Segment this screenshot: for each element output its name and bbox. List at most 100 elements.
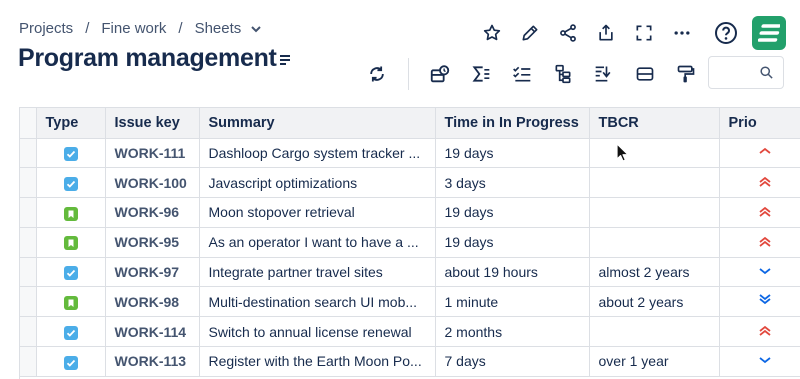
column-header-type[interactable]: Type <box>36 108 106 139</box>
cell-time-in-progress[interactable]: 19 days <box>435 138 590 169</box>
cell-issue-key[interactable]: WORK-111 <box>105 138 200 169</box>
cell-issue-key[interactable]: WORK-100 <box>105 167 200 199</box>
task-type-icon <box>63 176 78 191</box>
cell-prio[interactable] <box>719 316 800 348</box>
cell-type[interactable] <box>36 167 106 199</box>
cell-summary[interactable]: Integrate partner travel sites <box>199 257 436 288</box>
filter-list-icon <box>595 66 611 82</box>
row-handle[interactable] <box>20 167 37 199</box>
column-header-summary[interactable]: Summary <box>199 108 436 139</box>
share-button[interactable] <box>554 19 582 47</box>
cell-type[interactable] <box>36 346 106 377</box>
cell-summary[interactable]: Javascript optimizations <box>199 167 436 199</box>
story-type-icon <box>63 236 78 251</box>
cell-time-in-progress[interactable]: 19 days <box>435 197 590 228</box>
cell-type[interactable] <box>36 227 106 258</box>
row-handle[interactable] <box>20 316 37 348</box>
hierarchy-icon <box>555 64 571 84</box>
cell-time-in-progress[interactable]: 2 months <box>435 316 590 348</box>
star-button[interactable] <box>478 19 506 47</box>
cell-issue-key[interactable]: WORK-113 <box>105 346 200 377</box>
fullscreen-button[interactable] <box>630 19 658 47</box>
hierarchy-button[interactable] <box>550 61 576 87</box>
cell-tbcr[interactable]: almost 2 years <box>589 257 720 288</box>
cell-tbcr[interactable] <box>589 197 720 228</box>
cell-tbcr[interactable] <box>589 227 720 258</box>
cell-issue-key[interactable]: WORK-114 <box>105 316 200 348</box>
cell-tbcr[interactable]: about 2 years <box>589 286 720 318</box>
breadcrumb-sheets[interactable]: Sheets <box>195 20 262 37</box>
filter-list-button[interactable] <box>591 61 617 87</box>
cell-summary[interactable]: Dashloop Cargo system tracker ... <box>199 138 436 169</box>
cell-tbcr[interactable] <box>589 138 720 169</box>
cell-type[interactable] <box>36 316 106 348</box>
cell-time-in-progress[interactable]: 7 days <box>435 346 590 377</box>
table-row[interactable]: WORK-97 Integrate partner travel sites abo… <box>20 257 800 288</box>
sum-button[interactable] <box>468 61 494 87</box>
cell-tbcr[interactable] <box>589 167 720 199</box>
column-header-prio[interactable]: Prio <box>719 108 800 139</box>
cell-time-in-progress[interactable]: 1 minute <box>435 286 590 318</box>
row-handle[interactable] <box>20 227 37 258</box>
edit-icon <box>522 25 538 41</box>
cell-type[interactable] <box>36 138 106 169</box>
cell-issue-key[interactable]: WORK-95 <box>105 227 200 258</box>
edit-button[interactable] <box>516 19 544 47</box>
table-row[interactable]: WORK-111 Dashloop Cargo system tracker ..… <box>20 138 800 169</box>
table-row[interactable]: WORK-114 Switch to annual license renewal… <box>20 316 800 348</box>
app-logo[interactable] <box>752 16 786 50</box>
checklist-button[interactable] <box>509 61 535 87</box>
breadcrumb-fine-work[interactable]: Fine work <box>101 20 166 37</box>
cell-time-in-progress[interactable]: 19 days <box>435 227 590 258</box>
cell-issue-key[interactable]: WORK-98 <box>105 286 200 318</box>
cell-type[interactable] <box>36 257 106 288</box>
table-row[interactable]: WORK-95 As an operator I want to have a .… <box>20 227 800 258</box>
chevron-down-icon <box>251 26 262 33</box>
cell-prio[interactable] <box>719 167 800 199</box>
cell-prio[interactable] <box>719 286 800 318</box>
help-button[interactable] <box>712 19 740 47</box>
column-header-issue-key[interactable]: Issue key <box>105 108 200 139</box>
story-type-icon <box>63 206 78 221</box>
column-header-tbcr[interactable]: TBCR <box>589 108 720 139</box>
layout-button[interactable] <box>427 61 453 87</box>
cell-type[interactable] <box>36 286 106 318</box>
cell-prio[interactable] <box>719 227 800 258</box>
cell-summary[interactable]: As an operator I want to have a ... <box>199 227 436 258</box>
row-handle[interactable] <box>20 197 37 228</box>
export-button[interactable] <box>592 19 620 47</box>
cell-time-in-progress[interactable]: 3 days <box>435 167 590 199</box>
cell-prio[interactable] <box>719 257 800 288</box>
column-header-time-in-progress[interactable]: Time in In Progress <box>435 108 590 139</box>
priority-low-icon <box>758 357 771 364</box>
table-row[interactable]: WORK-98 Multi-destination search UI mob..… <box>20 286 800 318</box>
table-row[interactable]: WORK-100 Javascript optimizations 3 days <box>20 167 800 199</box>
cell-summary[interactable]: Switch to annual license renewal <box>199 316 436 348</box>
table-row[interactable]: WORK-96 Moon stopover retrieval 19 days <box>20 197 800 228</box>
cell-summary[interactable]: Moon stopover retrieval <box>199 197 436 228</box>
cell-issue-key[interactable]: WORK-96 <box>105 197 200 228</box>
search-icon[interactable] <box>759 65 774 80</box>
cell-summary[interactable]: Register with the Earth Moon Po... <box>199 346 436 377</box>
row-handle[interactable] <box>20 346 37 377</box>
cell-time-in-progress[interactable]: about 19 hours <box>435 257 590 288</box>
more-button[interactable] <box>668 19 696 47</box>
cell-summary[interactable]: Multi-destination search UI mob... <box>199 286 436 318</box>
table-row[interactable]: WORK-113 Register with the Earth Moon Po.… <box>20 346 800 377</box>
format-paint-button[interactable] <box>673 61 699 87</box>
search-input[interactable] <box>715 57 761 88</box>
cell-issue-key[interactable]: WORK-97 <box>105 257 200 288</box>
title-menu-icon[interactable] <box>277 52 293 68</box>
cell-prio[interactable] <box>719 138 800 169</box>
row-handle[interactable] <box>20 286 37 318</box>
refresh-button[interactable] <box>364 61 390 87</box>
cell-prio[interactable] <box>719 197 800 228</box>
row-handle[interactable] <box>20 138 37 169</box>
group-button[interactable] <box>632 61 658 87</box>
row-handle[interactable] <box>20 257 37 288</box>
cell-type[interactable] <box>36 197 106 228</box>
cell-tbcr[interactable]: over 1 year <box>589 346 720 377</box>
cell-tbcr[interactable] <box>589 316 720 348</box>
breadcrumb-projects[interactable]: Projects <box>19 20 73 37</box>
cell-prio[interactable] <box>719 346 800 377</box>
